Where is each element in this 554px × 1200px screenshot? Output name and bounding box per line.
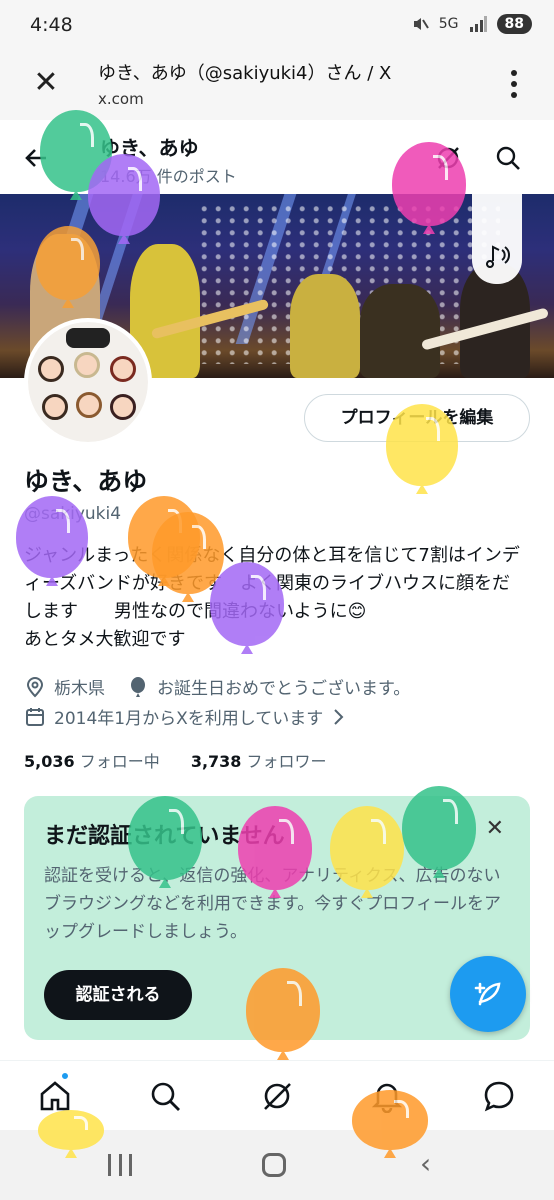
birthday-text: お誕生日おめでとうございます。 (157, 679, 411, 699)
browser-url: x.com (98, 90, 144, 108)
mute-icon (413, 18, 429, 30)
get-verified-button[interactable]: 認証される (44, 970, 192, 1020)
signal-icon (469, 16, 487, 32)
balloon-decoration (330, 806, 404, 890)
home-icon[interactable] (38, 1079, 72, 1113)
joined-text: 2014年1月からXを利用しています (54, 709, 324, 729)
follow-stats: 5,036 フォロー中 3,738 フォロワー (24, 748, 327, 772)
close-icon[interactable]: ✕ (30, 68, 62, 100)
following-label: フォロー中 (79, 752, 160, 771)
status-bar: 4:48 5G 88 (0, 0, 554, 50)
home-nav-icon[interactable] (262, 1153, 286, 1177)
browser-title: ゆき、あゆ（@sakiyuki4）さん / X (98, 63, 392, 84)
followers-link[interactable]: 3,738 フォロワー (191, 752, 327, 771)
close-icon[interactable]: ✕ (486, 816, 504, 841)
status-time: 4:48 (30, 14, 73, 36)
balloon-decoration (402, 786, 476, 870)
location-icon (26, 676, 44, 697)
messages-icon[interactable] (482, 1079, 516, 1113)
balloon-decoration (392, 142, 466, 226)
balloon-decoration (210, 562, 284, 646)
calendar-icon (26, 707, 44, 726)
search-icon[interactable] (494, 144, 522, 172)
balloon-decoration (246, 968, 320, 1052)
home-unread-dot (60, 1071, 70, 1081)
grok-icon[interactable] (260, 1079, 294, 1113)
balloon-decoration (152, 512, 224, 594)
balloon-decoration (238, 806, 312, 890)
followers-count: 3,738 (190, 752, 242, 771)
balloon-icon (131, 676, 145, 697)
battery-indicator: 88 (496, 14, 532, 34)
balloon-decoration (16, 496, 88, 578)
search-icon[interactable] (148, 1079, 182, 1113)
compose-icon (474, 982, 501, 1006)
balloon-decoration (386, 404, 458, 486)
following-count: 5,036 (24, 752, 75, 771)
balloon-decoration (88, 154, 160, 236)
joined-row[interactable]: 2014年1月からXを利用しています (24, 704, 345, 729)
location-text: 栃木県 (54, 679, 105, 699)
profile-meta-row: 栃木県 お誕生日おめでとうございます。 (24, 674, 410, 699)
display-name: ゆき、あゆ (24, 467, 148, 496)
status-icons: 5G 88 (411, 14, 532, 34)
balloon-decoration (36, 226, 100, 300)
compose-button[interactable] (450, 956, 526, 1032)
followers-label: フォロワー (246, 752, 327, 771)
chevron-right-icon (334, 708, 344, 725)
sound-icon (486, 245, 510, 268)
balloon-decoration (128, 796, 202, 880)
menu-icon[interactable] (510, 70, 518, 98)
recents-icon[interactable] (108, 1154, 132, 1176)
back-nav-icon[interactable]: ‹ (420, 1150, 431, 1178)
balloon-decoration (352, 1090, 428, 1150)
browser-bar: ✕ ゆき、あゆ（@sakiyuki4）さん / X x.com (0, 50, 554, 120)
following-link[interactable]: 5,036 フォロー中 (24, 752, 160, 771)
network-label: 5G (438, 16, 459, 32)
avatar[interactable] (24, 318, 152, 446)
sound-toggle[interactable] (472, 194, 522, 284)
balloon-decoration (38, 1110, 104, 1150)
